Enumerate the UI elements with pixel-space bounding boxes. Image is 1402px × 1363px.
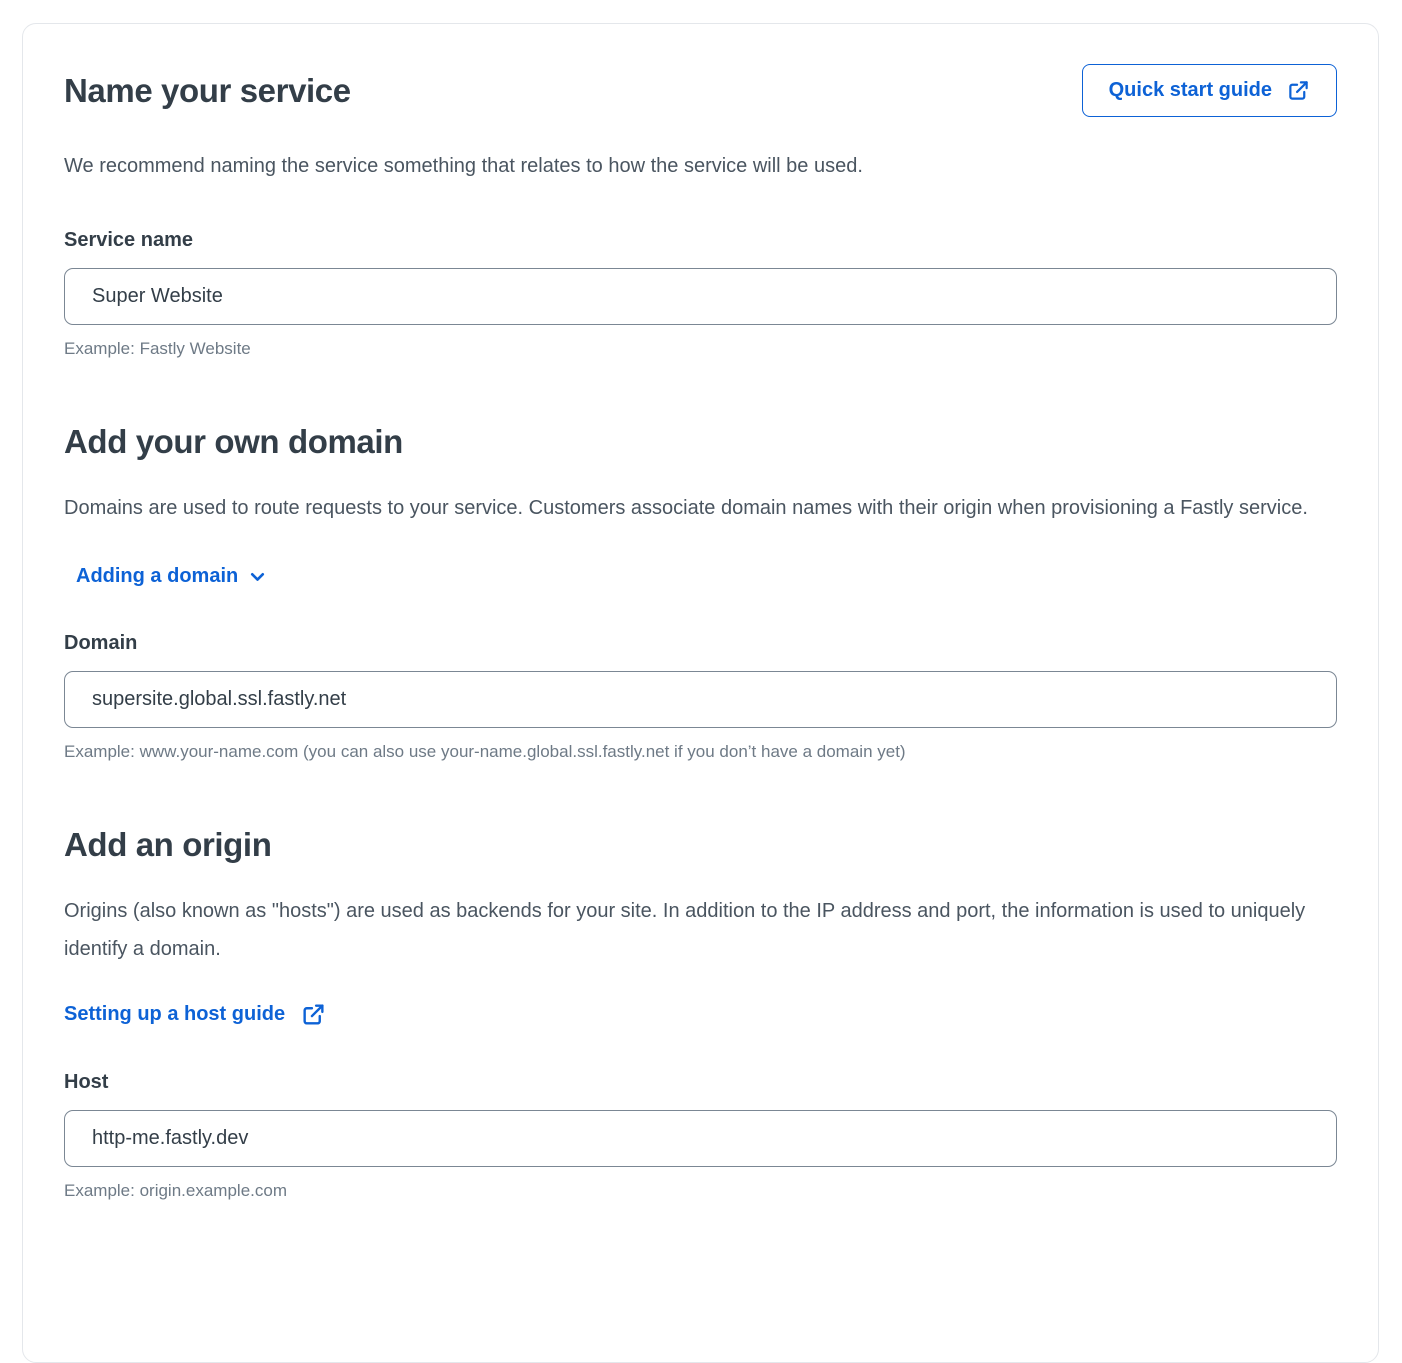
adding-a-domain-label: Adding a domain	[76, 565, 238, 588]
domain-helper: Example: www.your-name.com (you can also…	[64, 742, 1337, 762]
chevron-down-icon	[247, 566, 268, 587]
external-link-icon	[1287, 79, 1310, 102]
add-domain-title: Add your own domain	[64, 423, 1337, 461]
host-field-group: Host Example: origin.example.com	[64, 1071, 1337, 1201]
service-name-helper: Example: Fastly Website	[64, 339, 1337, 359]
host-guide-link-label: Setting up a host guide	[64, 1003, 285, 1026]
host-input[interactable]	[64, 1110, 1337, 1167]
section-description: We recommend naming the service somethin…	[64, 147, 1309, 185]
domain-input[interactable]	[64, 671, 1337, 728]
host-label: Host	[64, 1071, 1337, 1094]
service-name-label: Service name	[64, 229, 1337, 252]
domain-field-group: Domain Example: www.your-name.com (you c…	[64, 632, 1337, 762]
host-guide-link[interactable]: Setting up a host guide	[64, 1002, 326, 1027]
service-setup-card: Name your service Quick start guide We r…	[22, 23, 1379, 1363]
page-title: Name your service	[64, 72, 351, 110]
add-origin-title: Add an origin	[64, 826, 1337, 864]
add-domain-description: Domains are used to route requests to yo…	[64, 489, 1309, 527]
section-add-origin: Add an origin Origins (also known as "ho…	[64, 826, 1337, 1201]
adding-a-domain-disclosure[interactable]: Adding a domain	[76, 565, 268, 588]
add-origin-description: Origins (also known as "hosts") are used…	[64, 892, 1309, 968]
section-header-name-service: Name your service Quick start guide	[64, 64, 1337, 117]
service-name-field-group: Service name Example: Fastly Website	[64, 229, 1337, 359]
domain-label: Domain	[64, 632, 1337, 655]
quick-start-guide-button[interactable]: Quick start guide	[1082, 64, 1337, 117]
host-helper: Example: origin.example.com	[64, 1181, 1337, 1201]
service-name-input[interactable]	[64, 268, 1337, 325]
external-link-icon	[301, 1002, 326, 1027]
section-add-domain: Add your own domain Domains are used to …	[64, 423, 1337, 762]
quick-start-guide-label: Quick start guide	[1109, 79, 1272, 102]
